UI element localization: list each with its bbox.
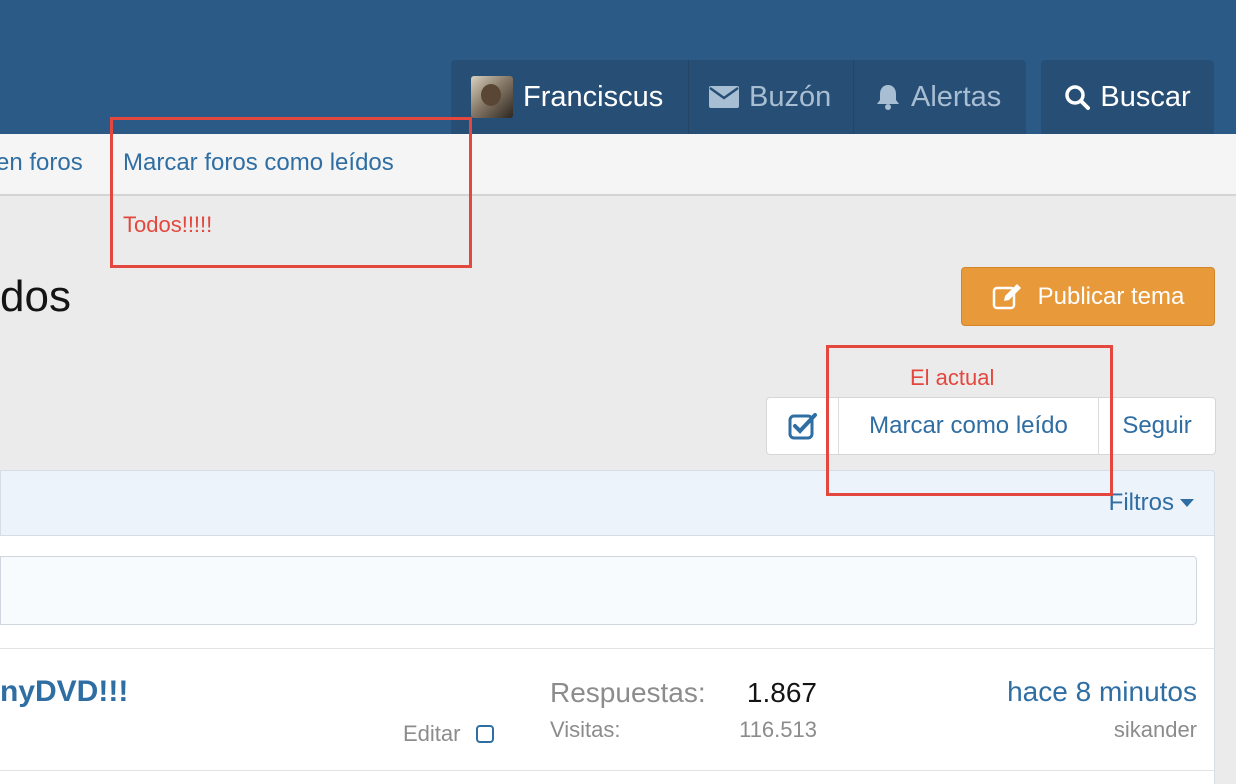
annotation-all-label: Todos!!!!! (123, 212, 213, 237)
last-post-time-link[interactable]: hace 8 minutos (1007, 676, 1197, 708)
filter-bar[interactable] (0, 556, 1197, 625)
annotation-current-label: El actual (910, 365, 995, 390)
page-title: dos (0, 272, 71, 321)
annotation-box-all (110, 117, 472, 268)
filter-area (0, 536, 1215, 648)
replies-label: Respuestas: (550, 677, 706, 708)
inbox-link[interactable]: Buzón (709, 60, 831, 134)
check-square-icon (788, 413, 817, 440)
filters-dropdown[interactable]: Filtros (1109, 489, 1194, 517)
filters-label: Filtros (1108, 489, 1174, 516)
username: Franciscus (523, 80, 664, 113)
search-button[interactable]: Buscar (1041, 60, 1214, 134)
next-table-row (0, 770, 1215, 784)
caret-down-icon (1180, 499, 1194, 507)
search-label: Buscar (1100, 80, 1191, 113)
new-posts-link[interactable]: en foros (0, 149, 83, 177)
avatar (471, 76, 513, 118)
thread-title-link[interactable]: nyDVD!!! (0, 675, 128, 709)
account-menu[interactable]: Franciscus (471, 60, 663, 134)
top-header: Franciscus Buzón Alertas Buscar (0, 0, 1236, 134)
envelope-icon (709, 86, 739, 108)
inbox-label: Buzón (749, 80, 832, 113)
search-icon (1065, 85, 1091, 110)
edit-control[interactable]: Editar (403, 721, 495, 747)
user-nav-group: Franciscus Buzón Alertas (451, 60, 1026, 134)
last-post-user-link[interactable]: sikander (1114, 717, 1197, 743)
bell-icon (877, 85, 899, 110)
views-value: 116.513 (739, 717, 817, 742)
alerts-label: Alertas (911, 80, 1002, 113)
follow-label: Seguir (1122, 412, 1192, 439)
table-row: nyDVD!!! Editar Respuestas: 1.867 Visita… (0, 648, 1215, 770)
views-label: Visitas: (550, 717, 621, 742)
follow-button[interactable]: Seguir (1099, 398, 1215, 454)
select-checkbox[interactable] (476, 725, 495, 743)
post-thread-label: Publicar tema (1037, 282, 1185, 310)
edit-label: Editar (403, 721, 461, 746)
edit-icon (992, 283, 1021, 309)
alerts-link[interactable]: Alertas (875, 60, 1001, 134)
post-thread-button[interactable]: Publicar tema (961, 267, 1215, 326)
replies-value: 1.867 (746, 677, 817, 708)
